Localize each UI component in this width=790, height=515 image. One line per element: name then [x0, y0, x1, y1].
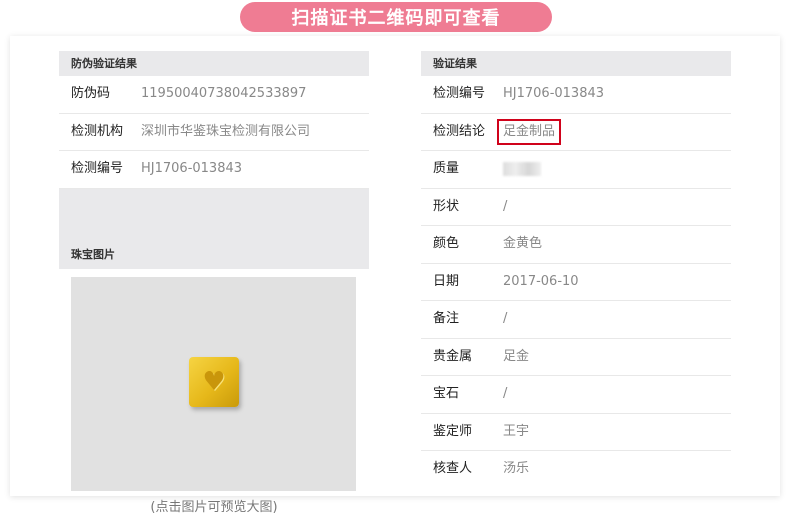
row-value: 2017-06-10: [503, 273, 579, 289]
anti-fake-code-row: 防伪码 11950040738042533897: [59, 76, 369, 114]
row-label: 核查人: [433, 461, 473, 476]
verify-row-precious-metal: 贵金属 足金: [421, 339, 731, 376]
row-value: 深圳市华鉴珠宝检测有限公司: [141, 123, 311, 139]
verify-row-color: 颜色 金黄色: [421, 226, 731, 264]
conclusion-highlight: 足金制品: [497, 118, 562, 145]
photo-caption: (点击图片可预览大图): [150, 499, 278, 515]
verify-row-date: 日期 2017-06-10: [421, 264, 731, 301]
verify-row-test-number: 检测编号 HJ1706-013843: [421, 76, 731, 114]
row-value: 金黄色: [503, 236, 543, 251]
row-value: 足金: [503, 348, 530, 364]
row-value: /: [503, 198, 508, 214]
row-label: 鉴定师: [433, 423, 473, 439]
verify-row-remark: 备注 /: [421, 301, 731, 339]
row-value: HJ1706-013843: [503, 86, 605, 101]
row-label: 形状: [433, 198, 460, 214]
row-value: HJ1706-013843: [141, 161, 243, 176]
row-value: /: [503, 311, 508, 326]
verify-row-appraiser: 鉴定师 王宇: [421, 414, 731, 451]
right-column: 验证结果 检测编号 HJ1706-013843 检测结论 足金制品 质量 形状 …: [421, 51, 731, 488]
row-label: 宝石: [433, 386, 460, 401]
test-number-row: 检测编号 HJ1706-013843: [59, 151, 369, 189]
row-label: 检测结论: [433, 123, 486, 139]
conclusion-value-wrap: 足金制品: [497, 114, 562, 151]
row-value: /: [503, 386, 508, 401]
left-column: 防伪验证结果 防伪码 11950040738042533897 检测机构 深圳市…: [59, 51, 369, 515]
row-label: 日期: [433, 273, 460, 289]
row-label: 防伪码: [71, 86, 111, 101]
blurred-weight-value: [503, 151, 541, 188]
row-value: 11950040738042533897: [141, 86, 307, 101]
row-value: 汤乐: [503, 461, 530, 476]
verify-row-shape: 形状 /: [421, 189, 731, 226]
verify-row-gemstone: 宝石 /: [421, 376, 731, 414]
row-label: 颜色: [433, 236, 460, 251]
jewelry-photo[interactable]: ♥: [71, 276, 356, 491]
gold-pendant-image: ♥: [189, 356, 239, 407]
row-label: 检测编号: [433, 86, 486, 101]
row-label: 质量: [433, 161, 460, 176]
row-label: 贵金属: [433, 348, 473, 364]
row-label: 备注: [433, 311, 460, 326]
certificate-card: 防伪验证结果 防伪码 11950040738042533897 检测机构 深圳市…: [10, 36, 780, 515]
scan-qr-banner: 扫描证书二维码即可查看: [240, 2, 552, 32]
row-label: 检测机构: [71, 123, 124, 139]
row-value: 王宇: [503, 423, 530, 439]
anti-fake-heading: 防伪验证结果: [59, 51, 369, 76]
heart-icon: ♥: [202, 366, 226, 397]
testing-agency-row: 检测机构 深圳市华鉴珠宝检测有限公司: [59, 114, 369, 151]
verify-result-heading: 验证结果: [421, 51, 731, 76]
section-spacer: [59, 188, 369, 241]
verify-row-conclusion: 检测结论 足金制品: [421, 114, 731, 151]
jewelry-photo-heading: 珠宝图片: [59, 240, 369, 269]
row-label: 检测编号: [71, 161, 124, 176]
verify-row-weight: 质量: [421, 151, 731, 189]
verify-row-checker: 核查人 汤乐: [421, 451, 731, 488]
